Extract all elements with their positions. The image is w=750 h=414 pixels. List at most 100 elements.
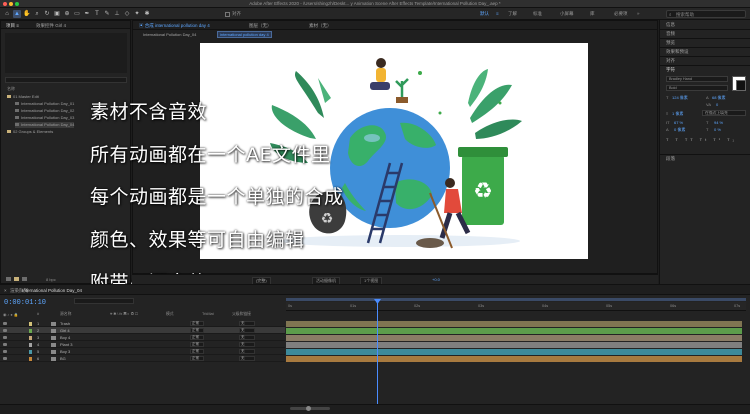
- visibility-eye-icon[interactable]: [3, 328, 7, 332]
- brush-tool-icon[interactable]: ✎: [103, 10, 111, 18]
- faux-style-buttons[interactable]: T T TT Tt T¹ T₁: [666, 137, 737, 142]
- tab-footage[interactable]: 素材（无）: [309, 23, 332, 29]
- layer-row-plant-3[interactable]: 4 Plant 3 正常 无: [0, 341, 285, 348]
- font-family-dropdown[interactable]: Bradley Hand: [666, 76, 728, 82]
- visibility-eye-icon[interactable]: [3, 356, 7, 360]
- layer-bar-bg[interactable]: [286, 356, 742, 362]
- parent-dropdown[interactable]: 无: [239, 356, 255, 361]
- align-checkbox[interactable]: [225, 11, 230, 17]
- font-size-value[interactable]: 124 像素: [672, 95, 688, 101]
- layer-row-bg[interactable]: 6 BG 正常 无: [0, 355, 285, 362]
- tab-layer[interactable]: 图层（无）: [249, 23, 272, 29]
- stroke-width-value[interactable]: 1 像素: [672, 111, 683, 117]
- breadcrumb-parent[interactable]: International Pollution Day_04: [143, 32, 196, 37]
- workspace-libraries[interactable]: 库: [590, 11, 595, 17]
- font-style-dropdown[interactable]: Bold: [666, 85, 728, 91]
- rotate-tool-icon[interactable]: ↻: [43, 10, 51, 18]
- project-folder-groups[interactable]: 02 Groups & Elements: [7, 129, 53, 135]
- work-area-bar[interactable]: [286, 298, 746, 301]
- mask-rect-icon[interactable]: ▭: [73, 10, 81, 18]
- visibility-eye-icon[interactable]: [3, 342, 7, 346]
- workspace-default[interactable]: 默认: [480, 11, 489, 17]
- label-color-swatch[interactable]: [29, 335, 32, 340]
- clone-stamp-icon[interactable]: ⊥: [113, 10, 121, 18]
- project-item-comp-4[interactable]: International Pollution Day_04: [15, 122, 75, 128]
- workspace-learn[interactable]: 了解: [508, 11, 517, 17]
- character-panel-header[interactable]: 字符: [666, 67, 675, 73]
- timeline-search-input[interactable]: [74, 298, 134, 304]
- selection-tool-icon[interactable]: ▲: [13, 10, 21, 18]
- layer-row-boy-3[interactable]: 5 Boy 3 正常 无: [0, 348, 285, 355]
- visibility-eye-icon[interactable]: [3, 335, 7, 339]
- baseline-shift-value[interactable]: 0 像素: [674, 127, 685, 133]
- preview-panel-header[interactable]: 预览: [666, 40, 675, 46]
- zoom-slider-thumb[interactable]: [306, 406, 311, 411]
- vertical-scale-value[interactable]: 67 %: [674, 120, 683, 125]
- puppet-pin-icon[interactable]: ✱: [143, 10, 151, 18]
- label-color-swatch[interactable]: [29, 342, 32, 347]
- blend-mode-dropdown[interactable]: 正常: [190, 335, 204, 340]
- parent-dropdown[interactable]: 无: [239, 342, 255, 347]
- workspace-menu-icon[interactable]: ≡: [496, 11, 499, 16]
- tracking-value[interactable]: 0: [716, 102, 718, 107]
- layer-row-girl-4[interactable]: 2 Girl 4 正常 无: [0, 327, 285, 334]
- tab-composition[interactable]: ▣ 合成 international pollution day 4: [139, 23, 210, 29]
- align-panel-header[interactable]: 对齐: [666, 58, 675, 64]
- layer-bar-trash[interactable]: [286, 321, 742, 327]
- parent-column[interactable]: 父级和链接: [232, 312, 251, 317]
- tsume-value[interactable]: 0 %: [714, 127, 721, 132]
- effects-presets-header[interactable]: 效果和预设: [666, 49, 689, 55]
- camera-tool-icon[interactable]: ▣: [53, 10, 61, 18]
- new-composition-icon[interactable]: [22, 277, 27, 281]
- blend-mode-dropdown[interactable]: 正常: [190, 321, 204, 326]
- project-column-name[interactable]: 名称: [7, 86, 15, 92]
- workspace-more-icon[interactable]: »: [637, 11, 640, 16]
- project-item-comp-1[interactable]: International Pollution Day_01: [15, 101, 74, 107]
- layer-bar-boy-3[interactable]: [286, 349, 742, 355]
- workspace-standard[interactable]: 标准: [533, 11, 542, 17]
- tab-effect-controls[interactable]: 效果控件 Girl 4: [36, 23, 66, 29]
- project-item-comp-3[interactable]: International Pollution Day_03: [15, 115, 74, 121]
- project-search-input[interactable]: [5, 77, 127, 83]
- new-folder-icon[interactable]: [14, 277, 19, 281]
- stroke-color-swatch[interactable]: [736, 80, 746, 91]
- blend-mode-dropdown[interactable]: 正常: [190, 328, 204, 333]
- parent-dropdown[interactable]: 无: [239, 349, 255, 354]
- time-ruler[interactable]: 0s 01s 02s 03s 04s 05s 06s 07s: [286, 302, 746, 311]
- label-color-swatch[interactable]: [29, 356, 32, 361]
- exposure-value[interactable]: +0.0: [432, 277, 440, 282]
- breadcrumb-current[interactable]: international pollution day 4: [217, 31, 272, 38]
- current-time-indicator[interactable]: [377, 300, 378, 410]
- parent-dropdown[interactable]: 无: [239, 321, 255, 326]
- type-tool-icon[interactable]: T: [93, 10, 101, 18]
- layer-row-boy-4[interactable]: 3 Boy 4 正常 无: [0, 334, 285, 341]
- pen-tool-icon[interactable]: ✒: [83, 10, 91, 18]
- stroke-mode-dropdown[interactable]: 在描边上填充: [702, 110, 746, 116]
- hand-tool-icon[interactable]: ✋: [23, 10, 31, 18]
- audio-panel-header[interactable]: 音频: [666, 31, 675, 37]
- workspace-small-screen[interactable]: 小屏幕: [560, 11, 574, 17]
- horizontal-scale-value[interactable]: 94 %: [714, 120, 723, 125]
- blend-mode-dropdown[interactable]: 正常: [190, 342, 204, 347]
- workspace-essentials[interactable]: 必要项: [614, 11, 628, 17]
- trkmat-column[interactable]: TrkMat: [202, 312, 214, 316]
- close-tab-icon[interactable]: ×: [4, 288, 7, 293]
- layer-bar-boy-4[interactable]: [286, 335, 742, 341]
- paragraph-panel-header[interactable]: 段落: [666, 156, 675, 162]
- home-icon[interactable]: ⌂: [3, 10, 11, 18]
- eraser-icon[interactable]: ◇: [123, 10, 131, 18]
- project-folder-master[interactable]: 01 Master Edit: [7, 94, 39, 100]
- mode-column[interactable]: 模式: [166, 312, 174, 317]
- layer-bar-girl-4[interactable]: [286, 328, 742, 334]
- tab-timeline-comp[interactable]: International Pollution Day_04: [22, 288, 82, 293]
- label-color-swatch[interactable]: [29, 328, 32, 333]
- bit-depth-label[interactable]: 8 bpc: [46, 277, 56, 282]
- layer-bar-plant-3[interactable]: [286, 342, 742, 348]
- tab-project[interactable]: 项目 ≡: [6, 23, 19, 29]
- info-panel-header[interactable]: 信息: [666, 22, 675, 28]
- visibility-eye-icon[interactable]: [3, 321, 7, 325]
- zoom-tool-icon[interactable]: ⌕: [33, 10, 41, 18]
- interpret-footage-icon[interactable]: [6, 277, 11, 281]
- pan-behind-icon[interactable]: ⊕: [63, 10, 71, 18]
- roto-brush-icon[interactable]: ✦: [133, 10, 141, 18]
